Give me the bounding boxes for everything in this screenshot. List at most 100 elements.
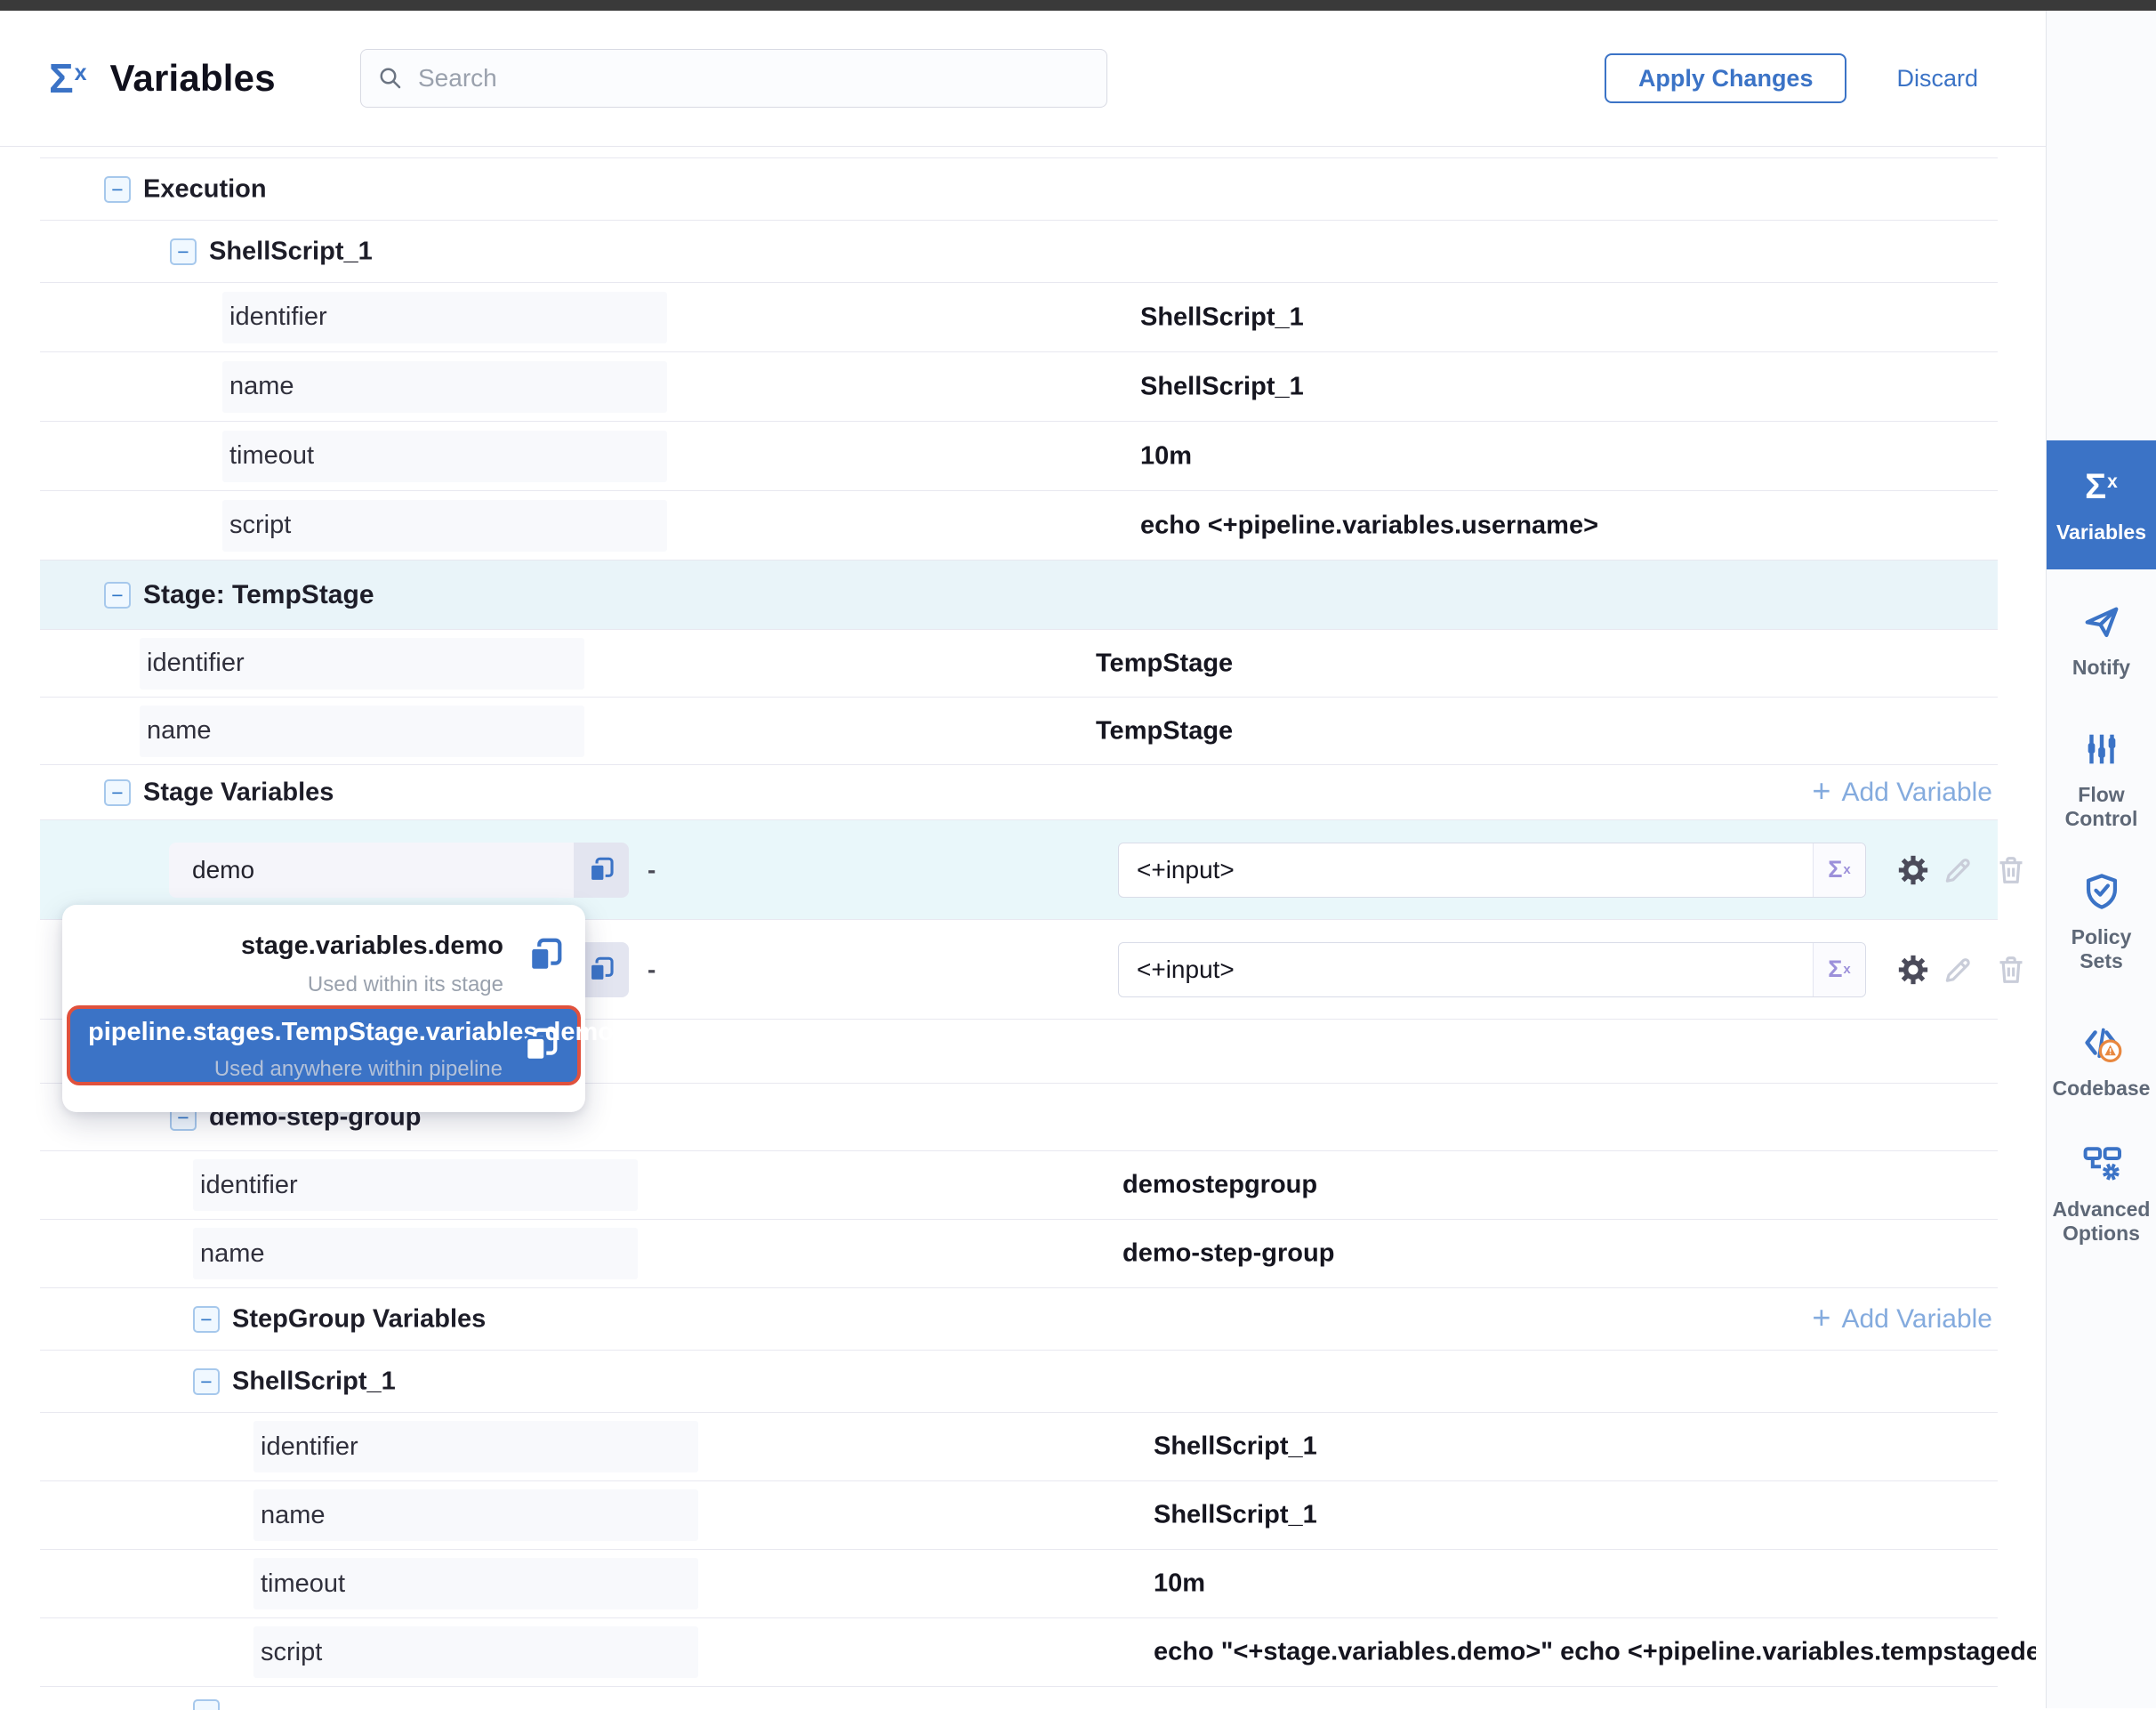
collapse-icon[interactable]: − bbox=[193, 1368, 220, 1395]
variable-key-label: identifier bbox=[229, 302, 327, 332]
variable-key: identifier bbox=[140, 638, 584, 690]
variable-key: timeout bbox=[222, 431, 667, 482]
variable-value: demo-step-group bbox=[1122, 1239, 1334, 1269]
edit-icon[interactable] bbox=[1940, 852, 1975, 888]
collapse-icon[interactable]: − bbox=[193, 1306, 220, 1333]
settings-icon[interactable] bbox=[1895, 952, 1931, 988]
copy-button[interactable] bbox=[525, 935, 566, 976]
flow-control-icon bbox=[2080, 728, 2123, 770]
variable-key: name bbox=[222, 361, 667, 413]
add-variable-button[interactable]: +Add Variable bbox=[1812, 1304, 1992, 1335]
table-row: name ShellScript_1 bbox=[40, 352, 1998, 422]
right-sidebar: ΣxVariables Notify Flow Control Policy Sets… bbox=[2046, 11, 2156, 1708]
search-input[interactable] bbox=[416, 63, 1090, 93]
edit-icon[interactable] bbox=[1940, 952, 1975, 988]
page-title: Variables bbox=[110, 57, 276, 100]
variable-value-input[interactable]: <+input>Σx bbox=[1118, 843, 1866, 898]
copy-button[interactable] bbox=[574, 843, 629, 898]
variable-key: identifier bbox=[222, 292, 667, 343]
table-row: −StepGroup Variables +Add Variable bbox=[40, 1288, 1998, 1351]
search-icon bbox=[377, 65, 404, 92]
collapse-icon[interactable]: − bbox=[104, 176, 131, 203]
table-row: −Stage Variables + Add Variable bbox=[40, 765, 1998, 820]
variable-key-label: name bbox=[147, 716, 212, 746]
variable-value: echo "<+stage.variables.demo>" echo <+pi… bbox=[1154, 1638, 2036, 1667]
table-row: −ShellScript_1 bbox=[40, 1351, 1998, 1413]
variable-key: script bbox=[222, 500, 667, 552]
variable-key: identifier bbox=[253, 1421, 698, 1472]
table-row: script echo <+pipeline.variables.username… bbox=[40, 491, 1998, 561]
variable-key: identifier bbox=[193, 1159, 638, 1211]
table-row: −Stage: TempStage bbox=[40, 561, 1998, 630]
variable-key-label: script bbox=[229, 511, 291, 540]
table-row: −Execution bbox=[40, 158, 1998, 221]
settings-icon[interactable] bbox=[1895, 852, 1931, 888]
variable-value: 10m bbox=[1140, 441, 1192, 471]
variable-value-text: <+input> bbox=[1119, 843, 1813, 897]
collapse-icon[interactable]: − bbox=[104, 779, 131, 806]
collapse-icon[interactable]: − bbox=[104, 582, 131, 609]
variable-value: echo <+pipeline.variables.username> bbox=[1140, 511, 1598, 540]
expression-popup: stage.variables.demo Used within its stag… bbox=[62, 905, 585, 1112]
variable-key: name bbox=[193, 1228, 638, 1279]
discard-button[interactable]: Discard bbox=[1896, 65, 1978, 93]
expression-option[interactable]: pipeline.stages.TempStage.variables.demo… bbox=[67, 1005, 581, 1085]
row-label: Stage: TempStage bbox=[143, 580, 374, 610]
table-row: −ShellScript_1 bbox=[40, 221, 1998, 283]
variable-key-label: name bbox=[229, 372, 294, 401]
row-label: StepGroup Variables bbox=[232, 1304, 486, 1334]
variable-key: name bbox=[253, 1489, 698, 1541]
variable-value: TempStage bbox=[1096, 716, 1233, 746]
sigma-x-icon: Σx bbox=[2080, 465, 2123, 508]
variable-key-label: name bbox=[200, 1239, 265, 1269]
variable-value: demostepgroup bbox=[1122, 1171, 1317, 1200]
expression-option[interactable]: stage.variables.demo Used within its stag… bbox=[62, 905, 585, 1005]
search-box[interactable] bbox=[360, 49, 1107, 108]
table-row: name TempStage bbox=[40, 698, 1998, 765]
sidebar-item-advanced-options[interactable]: Advanced Options bbox=[2047, 1142, 2156, 1246]
sidebar-item-label: Policy Sets bbox=[2072, 925, 2132, 973]
sidebar-item-codebase[interactable]: Codebase bbox=[2047, 1021, 2156, 1101]
variable-value-input[interactable]: <+input>Σx bbox=[1118, 942, 1866, 997]
variable-value: ShellScript_1 bbox=[1140, 372, 1304, 401]
sidebar-item-label: Codebase bbox=[2053, 1077, 2151, 1101]
table-row: identifierShellScript_1 bbox=[40, 1413, 1998, 1481]
variable-key-label: identifier bbox=[261, 1432, 358, 1462]
copy-icon bbox=[586, 855, 616, 885]
required-dash: - bbox=[648, 956, 656, 984]
required-dash: - bbox=[648, 856, 656, 884]
sidebar-item-policy-sets[interactable]: Policy Sets bbox=[2047, 870, 2156, 973]
row-label: Execution bbox=[143, 174, 267, 204]
variable-key-label: timeout bbox=[261, 1569, 345, 1599]
variable-key-label: script bbox=[261, 1638, 322, 1667]
copy-icon bbox=[586, 955, 616, 985]
variable-name-input[interactable]: demo bbox=[169, 843, 629, 898]
sidebar-item-flow-control[interactable]: Flow Control bbox=[2047, 728, 2156, 831]
add-variable-button[interactable]: + Add Variable bbox=[1812, 778, 1992, 808]
variable-key: script bbox=[253, 1626, 698, 1678]
variable-key-label: name bbox=[261, 1501, 326, 1530]
sidebar-item-label: Flow Control bbox=[2065, 783, 2138, 831]
window-topbar bbox=[0, 0, 2156, 11]
row-label: Stage Variables bbox=[143, 778, 334, 807]
copy-button[interactable] bbox=[520, 1025, 561, 1066]
add-variable-label: Add Variable bbox=[1841, 778, 1992, 808]
expression-toggle-icon[interactable]: Σx bbox=[1813, 843, 1865, 897]
plus-icon: + bbox=[1812, 775, 1830, 807]
sidebar-item-variables[interactable]: ΣxVariables bbox=[2047, 440, 2156, 569]
policy-sets-icon bbox=[2080, 870, 2123, 913]
expression-text: stage.variables.demo bbox=[80, 932, 503, 961]
expression-toggle-icon[interactable]: Σx bbox=[1813, 943, 1865, 996]
collapse-icon[interactable]: − bbox=[193, 1699, 220, 1710]
collapse-icon[interactable]: − bbox=[170, 238, 197, 265]
variable-key-label: timeout bbox=[229, 441, 314, 471]
table-row: timeout10m bbox=[40, 1550, 1998, 1618]
apply-changes-button[interactable]: Apply Changes bbox=[1605, 53, 1847, 103]
table-row: identifier demostepgroup bbox=[40, 1151, 1998, 1220]
delete-icon[interactable] bbox=[1993, 852, 2029, 888]
table-row: nameShellScript_1 bbox=[40, 1481, 1998, 1550]
expression-scope-text: Used within its stage bbox=[80, 972, 503, 997]
codebase-icon bbox=[2080, 1021, 2123, 1064]
sidebar-item-notify[interactable]: Notify bbox=[2047, 601, 2156, 680]
delete-icon[interactable] bbox=[1993, 952, 2029, 988]
